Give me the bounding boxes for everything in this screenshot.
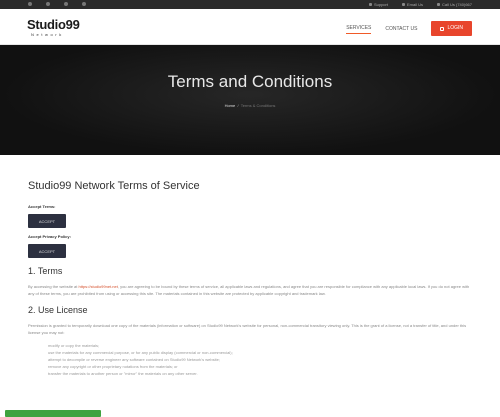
email-icon — [401, 3, 405, 6]
accept-privacy-button[interactable]: ACCEPT — [28, 244, 66, 258]
page-hero: Terms and Conditions Home / Terms & Cond… — [0, 45, 500, 155]
content-title: Studio99 Network Terms of Service — [28, 180, 200, 192]
navbar: Studio99 Network SERVICES CONTACT US LOG… — [0, 9, 500, 45]
list-item: transfer the materials to another person… — [48, 371, 198, 376]
breadcrumb: Home / Terms & Conditions — [0, 103, 500, 108]
main-content: Studio99 Network Terms of Service Accept… — [28, 180, 473, 377]
top-bar: Support Email Us Call Us (740)667 — [0, 0, 500, 9]
linkedin-icon[interactable] — [82, 2, 86, 6]
nav-item-services[interactable]: SERVICES — [346, 23, 372, 34]
status-bar — [5, 410, 101, 417]
use-license-paragraph: Permission is granted to temporarily dow… — [28, 323, 467, 335]
logo-sub-text: Network — [31, 32, 64, 37]
google-plus-icon[interactable] — [64, 2, 68, 6]
logo-main-text: Studio99 — [27, 17, 80, 32]
accept-terms-label: Accept Terms: — [28, 204, 56, 209]
website-link[interactable]: https://studio99net.net — [78, 284, 117, 289]
support-icon — [368, 3, 372, 6]
breadcrumb-current: Terms & Conditions — [240, 103, 276, 108]
list-item: modify or copy the materials; — [48, 343, 100, 348]
support-link[interactable]: Support — [368, 1, 388, 8]
login-button-label: LOGIN — [447, 25, 463, 31]
list-item: use the materials for any commercial pur… — [48, 350, 233, 355]
top-links: Support Email Us Call Us (740)667 — [368, 1, 472, 8]
phone-link[interactable]: Call Us (740)667 — [436, 1, 472, 8]
twitter-icon[interactable] — [46, 2, 50, 6]
social-links — [28, 2, 86, 6]
section-heading-terms: 1. Terms — [28, 266, 63, 276]
accept-privacy-label: Accept Privacy Policy: — [28, 234, 71, 239]
phone-icon — [436, 3, 440, 6]
accept-terms-button[interactable]: ACCEPT — [28, 214, 66, 228]
list-item: attempt to decompile or reverse engineer… — [48, 357, 220, 362]
facebook-icon[interactable] — [28, 2, 32, 6]
email-link[interactable]: Email Us — [401, 1, 423, 8]
terms-paragraph: By accessing the website at https://stud… — [28, 284, 470, 296]
section-heading-use-license: 2. Use License — [28, 305, 88, 315]
nav-item-contact-us[interactable]: CONTACT US — [385, 24, 417, 34]
page-title: Terms and Conditions — [167, 72, 333, 91]
breadcrumb-home[interactable]: Home — [225, 103, 236, 108]
use-license-list: modify or copy the materials; use the ma… — [28, 342, 473, 377]
main-nav: SERVICES CONTACT US LOGIN — [346, 21, 472, 36]
lock-icon — [440, 26, 445, 31]
login-button[interactable]: LOGIN — [431, 21, 472, 36]
logo[interactable]: Studio99 Network — [27, 18, 80, 37]
list-item: remove any copyright or other proprietar… — [48, 364, 178, 369]
